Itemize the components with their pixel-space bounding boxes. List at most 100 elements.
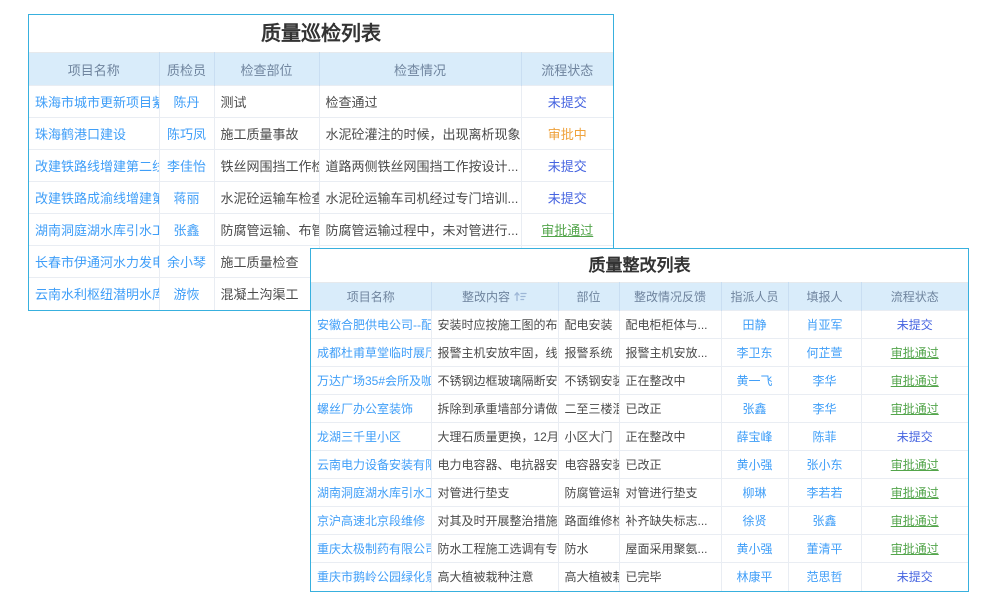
table-row: 珠海市城市更新项目紫...陈丹测试检查通过未提交	[29, 86, 613, 118]
status-text[interactable]: 未提交	[861, 563, 968, 591]
person-name: 柳琳	[721, 479, 788, 507]
table-row: 珠海鹤港口建设陈巧凤施工质量事故水泥砼灌注的时候，出现离析现象审批中	[29, 118, 613, 150]
cell-part: 高大植被栽种	[558, 563, 619, 591]
person-name: 黄一飞	[721, 367, 788, 395]
rectification-header-row: 项目名称整改内容部位整改情况反馈指派人员填报人流程状态	[311, 283, 968, 311]
status-text[interactable]: 审批通过	[861, 507, 968, 535]
sort-ascending-icon	[514, 291, 527, 302]
status-text[interactable]: 审批通过	[861, 479, 968, 507]
header-situation: 检查情况	[319, 53, 521, 86]
person-name: 余小琴	[159, 246, 214, 278]
table-row: 湖南洞庭湖水库引水工程施工I标对管进行垫支防腐管运输...对管进行垫支柳琳李若若…	[311, 479, 968, 507]
person-name: 何芷萱	[788, 339, 861, 367]
cell-content: 电力电容器、电抗器安装方案...	[431, 451, 558, 479]
status-text[interactable]: 审批通过	[861, 535, 968, 563]
project-name-link[interactable]: 万达广场35#会所及咖啡厅空...	[311, 367, 431, 395]
cell-content: 安装时应按施工图的布置，将...	[431, 311, 558, 339]
status-text[interactable]: 未提交	[861, 423, 968, 451]
person-name: 董清平	[788, 535, 861, 563]
person-name: 李华	[788, 367, 861, 395]
cell-part: 不锈钢安装...	[558, 367, 619, 395]
quality-rectification-table-card: 质量整改列表 项目名称整改内容部位整改情况反馈指派人员填报人流程状态 安徽合肥供…	[310, 248, 969, 592]
project-name-link[interactable]: 龙湖三千里小区	[311, 423, 431, 451]
header-project: 项目名称	[29, 53, 159, 86]
status-text[interactable]: 审批通过	[861, 395, 968, 423]
person-name: 陈巧凤	[159, 118, 214, 150]
person-name: 李若若	[788, 479, 861, 507]
project-name-link[interactable]: 重庆太极制药有限公司亳州中...	[311, 535, 431, 563]
header-label: 指派人员	[730, 290, 778, 304]
person-name: 张鑫	[721, 395, 788, 423]
header-label: 整改内容	[462, 290, 510, 304]
person-name: 肖亚军	[788, 311, 861, 339]
status-text[interactable]: 未提交	[861, 311, 968, 339]
cell-part: 电容器安装...	[558, 451, 619, 479]
project-name-link[interactable]: 改建铁路成渝线增建第...	[29, 182, 159, 214]
person-name: 李佳怡	[159, 150, 214, 182]
status-text[interactable]: 未提交	[521, 86, 613, 118]
cell-part: 路面维修检...	[558, 507, 619, 535]
project-name-link[interactable]: 珠海鹤港口建设	[29, 118, 159, 150]
cell-part: 防腐管运输、布管	[214, 214, 319, 246]
quality-rectification-table: 项目名称整改内容部位整改情况反馈指派人员填报人流程状态 安徽合肥供电公司--配电…	[311, 282, 968, 591]
cell-part: 水泥砼运输车检查	[214, 182, 319, 214]
table-row: 重庆市鹅岭公园绿化景观提升...高大植被栽种注意高大植被栽种已完毕林康平范思哲未…	[311, 563, 968, 591]
cell-content: 对其及时开展整治措施，桥头...	[431, 507, 558, 535]
cell-content: 不锈钢边框玻璃隔断安装不牢...	[431, 367, 558, 395]
project-name-link[interactable]: 重庆市鹅岭公园绿化景观提升...	[311, 563, 431, 591]
table-row: 万达广场35#会所及咖啡厅空...不锈钢边框玻璃隔断安装不牢...不锈钢安装..…	[311, 367, 968, 395]
header-label: 项目名称	[68, 63, 120, 78]
status-text[interactable]: 审批通过	[861, 339, 968, 367]
person-name: 黄小强	[721, 451, 788, 479]
project-name-link[interactable]: 云南电力设备安装有限公司20...	[311, 451, 431, 479]
cell-situation: 道路两侧铁丝网围挡工作按设计...	[319, 150, 521, 182]
project-name-link[interactable]: 湖南洞庭湖水库引水工...	[29, 214, 159, 246]
header-content[interactable]: 整改内容	[431, 283, 558, 311]
cell-situation: 水泥砼灌注的时候，出现离析现象	[319, 118, 521, 150]
cell-feedback: 屋面采用聚氨...	[619, 535, 721, 563]
header-label: 整改情况反馈	[634, 290, 706, 304]
inspection-header-row: 项目名称 质检员检查部位 检查情况 流程状态	[29, 53, 613, 86]
project-name-link[interactable]: 螺丝厂办公室装饰	[311, 395, 431, 423]
cell-feedback: 已改正	[619, 395, 721, 423]
cell-part: 混凝土沟渠工	[214, 278, 319, 310]
status-text[interactable]: 审批通过	[521, 214, 613, 246]
table-row: 云南电力设备安装有限公司20...电力电容器、电抗器安装方案...电容器安装..…	[311, 451, 968, 479]
table-row: 重庆太极制药有限公司亳州中...防水工程施工选调有专业资质...防水屋面采用聚氨…	[311, 535, 968, 563]
table-row: 安徽合肥供电公司--配电设备...安装时应按施工图的布置，将...配电安装配电柜…	[311, 311, 968, 339]
status-text[interactable]: 审批中	[521, 118, 613, 150]
project-name-link[interactable]: 长春市伊通河水力发电...	[29, 246, 159, 278]
status-text[interactable]: 未提交	[521, 182, 613, 214]
header-part: 检查部位	[214, 53, 319, 86]
header-inspector: 质检员	[159, 53, 214, 86]
cell-content: 防水工程施工选调有专业资质...	[431, 535, 558, 563]
status-text[interactable]: 未提交	[521, 150, 613, 182]
header-label: 检查情况	[394, 63, 446, 78]
person-name: 张鑫	[159, 214, 214, 246]
person-name: 陈丹	[159, 86, 214, 118]
header-label: 项目名称	[347, 290, 395, 304]
status-text[interactable]: 审批通过	[861, 367, 968, 395]
cell-situation: 防腐管运输过程中，未对管进行...	[319, 214, 521, 246]
cell-feedback: 补齐缺失标志...	[619, 507, 721, 535]
person-name: 李华	[788, 395, 861, 423]
person-name: 范思哲	[788, 563, 861, 591]
rectification-table-title: 质量整改列表	[311, 249, 968, 282]
person-name: 蒋丽	[159, 182, 214, 214]
header-label: 填报人	[806, 290, 842, 304]
header-label: 质检员	[167, 63, 206, 78]
person-name: 张鑫	[788, 507, 861, 535]
project-name-link[interactable]: 京沪高速北京段维修	[311, 507, 431, 535]
cell-content: 对管进行垫支	[431, 479, 558, 507]
header-feedback: 整改情况反馈	[619, 283, 721, 311]
project-name-link[interactable]: 珠海市城市更新项目紫...	[29, 86, 159, 118]
project-name-link[interactable]: 改建铁路线增建第二线...	[29, 150, 159, 182]
project-name-link[interactable]: 成都杜甫草堂临时展厅独立展...	[311, 339, 431, 367]
person-name: 田静	[721, 311, 788, 339]
status-text[interactable]: 审批通过	[861, 451, 968, 479]
project-name-link[interactable]: 湖南洞庭湖水库引水工程施工I标	[311, 479, 431, 507]
project-name-link[interactable]: 安徽合肥供电公司--配电设备...	[311, 311, 431, 339]
header-label: 流程状态	[541, 63, 593, 78]
project-name-link[interactable]: 云南水利枢纽潜明水库...	[29, 278, 159, 310]
table-row: 龙湖三千里小区大理石质量更换，12月31日之...小区大门正在整改中薛宝峰陈菲未…	[311, 423, 968, 451]
